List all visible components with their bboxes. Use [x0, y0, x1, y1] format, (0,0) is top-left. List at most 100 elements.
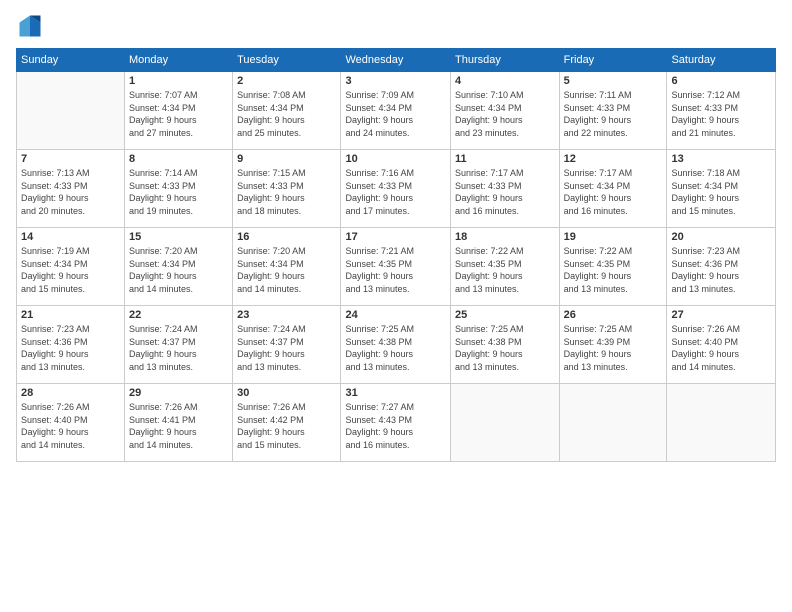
day-info: Sunrise: 7:18 AMSunset: 4:34 PMDaylight:…: [671, 167, 771, 217]
calendar-cell: 13 Sunrise: 7:18 AMSunset: 4:34 PMDayligh…: [667, 150, 776, 228]
calendar-cell: 1 Sunrise: 7:07 AMSunset: 4:34 PMDaylight…: [125, 72, 233, 150]
calendar-cell: 5 Sunrise: 7:11 AMSunset: 4:33 PMDaylight…: [559, 72, 667, 150]
calendar-cell: 22 Sunrise: 7:24 AMSunset: 4:37 PMDayligh…: [125, 306, 233, 384]
calendar-cell: 8 Sunrise: 7:14 AMSunset: 4:33 PMDaylight…: [125, 150, 233, 228]
day-number: 5: [564, 75, 663, 87]
day-info: Sunrise: 7:19 AMSunset: 4:34 PMDaylight:…: [21, 245, 120, 295]
day-number: 21: [21, 309, 120, 321]
header: [16, 12, 776, 40]
calendar-table: SundayMondayTuesdayWednesdayThursdayFrid…: [16, 48, 776, 462]
day-info: Sunrise: 7:15 AMSunset: 4:33 PMDaylight:…: [237, 167, 336, 217]
day-number: 9: [237, 153, 336, 165]
day-number: 1: [129, 75, 228, 87]
day-info: Sunrise: 7:27 AMSunset: 4:43 PMDaylight:…: [345, 401, 446, 451]
calendar-week-row: 21 Sunrise: 7:23 AMSunset: 4:36 PMDayligh…: [17, 306, 776, 384]
day-number: 27: [671, 309, 771, 321]
day-info: Sunrise: 7:17 AMSunset: 4:34 PMDaylight:…: [564, 167, 663, 217]
calendar-cell: 28 Sunrise: 7:26 AMSunset: 4:40 PMDayligh…: [17, 384, 125, 462]
day-info: Sunrise: 7:26 AMSunset: 4:40 PMDaylight:…: [671, 323, 771, 373]
day-info: Sunrise: 7:21 AMSunset: 4:35 PMDaylight:…: [345, 245, 446, 295]
calendar-cell: 6 Sunrise: 7:12 AMSunset: 4:33 PMDaylight…: [667, 72, 776, 150]
calendar-cell: 17 Sunrise: 7:21 AMSunset: 4:35 PMDayligh…: [341, 228, 451, 306]
weekday-header-wednesday: Wednesday: [341, 49, 451, 72]
day-number: 20: [671, 231, 771, 243]
day-info: Sunrise: 7:26 AMSunset: 4:40 PMDaylight:…: [21, 401, 120, 451]
day-info: Sunrise: 7:11 AMSunset: 4:33 PMDaylight:…: [564, 89, 663, 139]
calendar-cell: 7Sunrise: 7:13 AMSunset: 4:33 PMDaylight…: [17, 150, 125, 228]
calendar-cell: 29 Sunrise: 7:26 AMSunset: 4:41 PMDayligh…: [125, 384, 233, 462]
day-info: Sunrise: 7:25 AMSunset: 4:38 PMDaylight:…: [455, 323, 555, 373]
day-info: Sunrise: 7:23 AMSunset: 4:36 PMDaylight:…: [21, 323, 120, 373]
day-number: 11: [455, 153, 555, 165]
calendar-cell: 11 Sunrise: 7:17 AMSunset: 4:33 PMDayligh…: [450, 150, 559, 228]
day-number: 29: [129, 387, 228, 399]
calendar-cell: 16 Sunrise: 7:20 AMSunset: 4:34 PMDayligh…: [233, 228, 341, 306]
day-number: 3: [345, 75, 446, 87]
calendar-cell: 3 Sunrise: 7:09 AMSunset: 4:34 PMDaylight…: [341, 72, 451, 150]
calendar-week-row: 1 Sunrise: 7:07 AMSunset: 4:34 PMDaylight…: [17, 72, 776, 150]
weekday-header-thursday: Thursday: [450, 49, 559, 72]
day-number: 8: [129, 153, 228, 165]
calendar-cell: 14 Sunrise: 7:19 AMSunset: 4:34 PMDayligh…: [17, 228, 125, 306]
day-info: Sunrise: 7:10 AMSunset: 4:34 PMDaylight:…: [455, 89, 555, 139]
day-number: 23: [237, 309, 336, 321]
day-number: 6: [671, 75, 771, 87]
calendar-cell: 10Sunrise: 7:16 AMSunset: 4:33 PMDayligh…: [341, 150, 451, 228]
calendar-cell: 27 Sunrise: 7:26 AMSunset: 4:40 PMDayligh…: [667, 306, 776, 384]
calendar-cell: 24Sunrise: 7:25 AMSunset: 4:38 PMDayligh…: [341, 306, 451, 384]
day-number: 31: [345, 387, 446, 399]
day-number: 13: [671, 153, 771, 165]
weekday-header-saturday: Saturday: [667, 49, 776, 72]
page: SundayMondayTuesdayWednesdayThursdayFrid…: [0, 0, 792, 612]
day-info: Sunrise: 7:22 AMSunset: 4:35 PMDaylight:…: [455, 245, 555, 295]
calendar-cell: 19Sunrise: 7:22 AMSunset: 4:35 PMDayligh…: [559, 228, 667, 306]
calendar-cell: [667, 384, 776, 462]
weekday-header-friday: Friday: [559, 49, 667, 72]
day-info: Sunrise: 7:20 AMSunset: 4:34 PMDaylight:…: [129, 245, 228, 295]
day-info: Sunrise: 7:14 AMSunset: 4:33 PMDaylight:…: [129, 167, 228, 217]
day-info: Sunrise: 7:13 AMSunset: 4:33 PMDaylight:…: [21, 167, 120, 217]
calendar-cell: 12 Sunrise: 7:17 AMSunset: 4:34 PMDayligh…: [559, 150, 667, 228]
calendar-cell: 30 Sunrise: 7:26 AMSunset: 4:42 PMDayligh…: [233, 384, 341, 462]
day-number: 15: [129, 231, 228, 243]
day-number: 30: [237, 387, 336, 399]
logo: [16, 12, 48, 40]
day-number: 18: [455, 231, 555, 243]
day-info: Sunrise: 7:17 AMSunset: 4:33 PMDaylight:…: [455, 167, 555, 217]
weekday-header-sunday: Sunday: [17, 49, 125, 72]
calendar-week-row: 28 Sunrise: 7:26 AMSunset: 4:40 PMDayligh…: [17, 384, 776, 462]
weekday-header-tuesday: Tuesday: [233, 49, 341, 72]
day-number: 17: [345, 231, 446, 243]
day-info: Sunrise: 7:26 AMSunset: 4:41 PMDaylight:…: [129, 401, 228, 451]
calendar-cell: [559, 384, 667, 462]
calendar-week-row: 14 Sunrise: 7:19 AMSunset: 4:34 PMDayligh…: [17, 228, 776, 306]
day-info: Sunrise: 7:16 AMSunset: 4:33 PMDaylight:…: [345, 167, 446, 217]
day-info: Sunrise: 7:07 AMSunset: 4:34 PMDaylight:…: [129, 89, 228, 139]
weekday-header-monday: Monday: [125, 49, 233, 72]
calendar-cell: 4 Sunrise: 7:10 AMSunset: 4:34 PMDaylight…: [450, 72, 559, 150]
day-number: 28: [21, 387, 120, 399]
calendar-cell: 18 Sunrise: 7:22 AMSunset: 4:35 PMDayligh…: [450, 228, 559, 306]
day-number: 4: [455, 75, 555, 87]
day-info: Sunrise: 7:26 AMSunset: 4:42 PMDaylight:…: [237, 401, 336, 451]
calendar-cell: 15 Sunrise: 7:20 AMSunset: 4:34 PMDayligh…: [125, 228, 233, 306]
calendar-cell: [17, 72, 125, 150]
day-number: 14: [21, 231, 120, 243]
logo-icon: [16, 12, 44, 40]
day-number: 19: [564, 231, 663, 243]
day-info: Sunrise: 7:09 AMSunset: 4:34 PMDaylight:…: [345, 89, 446, 139]
day-number: 24: [345, 309, 446, 321]
day-number: 12: [564, 153, 663, 165]
day-info: Sunrise: 7:20 AMSunset: 4:34 PMDaylight:…: [237, 245, 336, 295]
day-number: 22: [129, 309, 228, 321]
day-info: Sunrise: 7:24 AMSunset: 4:37 PMDaylight:…: [129, 323, 228, 373]
calendar-cell: 21 Sunrise: 7:23 AMSunset: 4:36 PMDayligh…: [17, 306, 125, 384]
day-info: Sunrise: 7:24 AMSunset: 4:37 PMDaylight:…: [237, 323, 336, 373]
day-number: 26: [564, 309, 663, 321]
day-info: Sunrise: 7:12 AMSunset: 4:33 PMDaylight:…: [671, 89, 771, 139]
day-info: Sunrise: 7:08 AMSunset: 4:34 PMDaylight:…: [237, 89, 336, 139]
day-number: 16: [237, 231, 336, 243]
calendar-cell: 9 Sunrise: 7:15 AMSunset: 4:33 PMDaylight…: [233, 150, 341, 228]
day-info: Sunrise: 7:23 AMSunset: 4:36 PMDaylight:…: [671, 245, 771, 295]
calendar-cell: 20 Sunrise: 7:23 AMSunset: 4:36 PMDayligh…: [667, 228, 776, 306]
